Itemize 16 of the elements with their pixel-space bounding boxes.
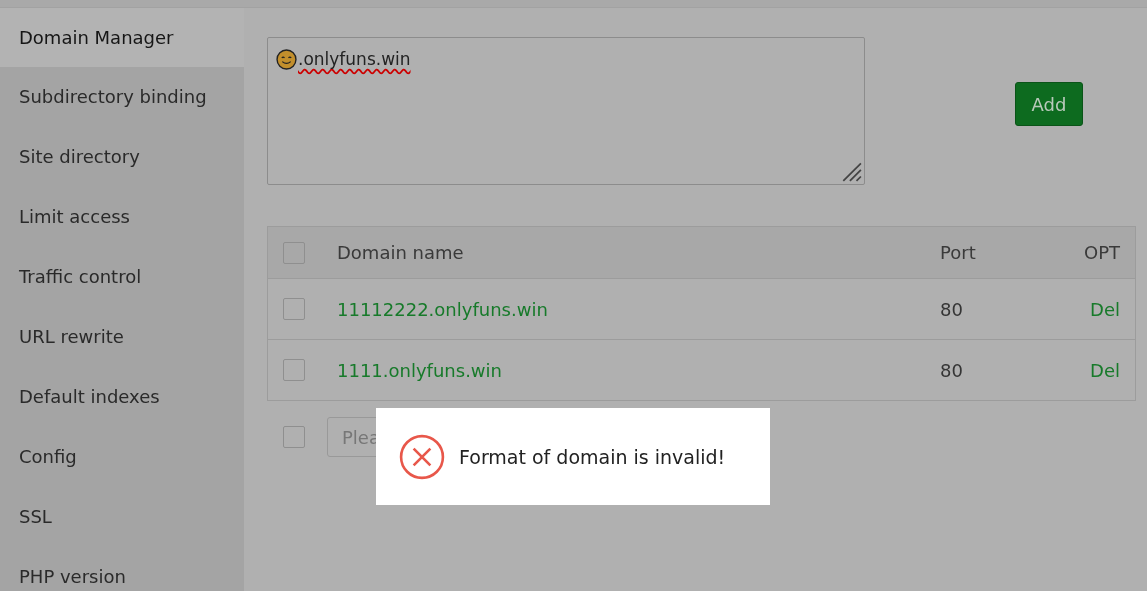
- checkbox[interactable]: [283, 359, 305, 381]
- smiley-icon: [276, 49, 297, 70]
- column-header: Domain name: [337, 242, 465, 263]
- sidebar-item[interactable]: Domain Manager: [0, 8, 244, 67]
- checkbox[interactable]: [283, 426, 305, 448]
- table-cell-text: 80: [940, 298, 964, 320]
- domain-textarea[interactable]: .onlyfuns.win: [267, 37, 865, 185]
- toast-message: Format of domain is invalid!: [459, 445, 726, 468]
- resize-handle-icon[interactable]: [840, 160, 862, 182]
- checkbox[interactable]: [283, 241, 305, 264]
- column-header: Port: [940, 242, 977, 263]
- checkbox[interactable]: [283, 298, 305, 320]
- add-button[interactable]: Add: [1015, 82, 1083, 126]
- column-header: OPT: [1082, 242, 1120, 263]
- error-icon: [399, 433, 445, 480]
- table-cell-text: 80: [940, 359, 964, 381]
